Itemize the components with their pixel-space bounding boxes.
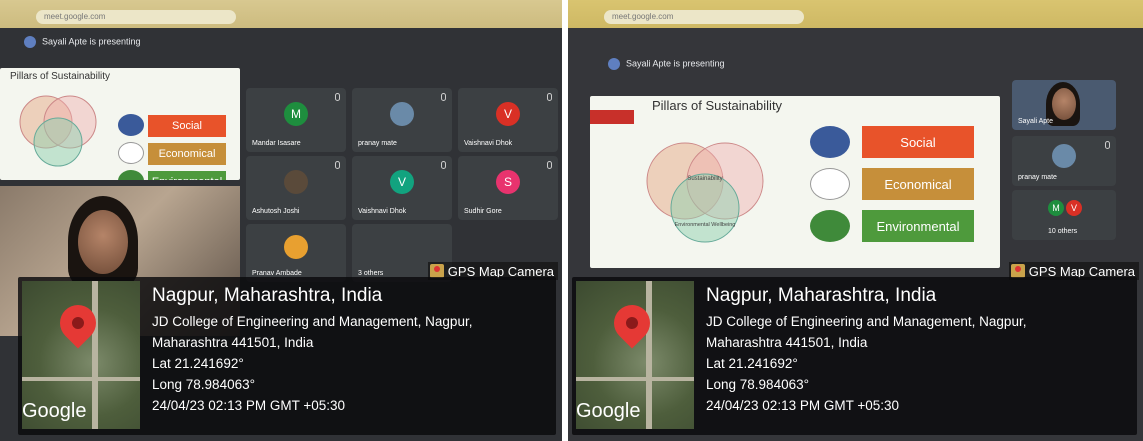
participant-tile[interactable]: V Vaishnavi Dhok	[352, 156, 452, 220]
participant-name: Ashutosh Joshi	[252, 208, 300, 215]
pillar-economical: Economical	[862, 168, 974, 200]
google-logo: Google	[22, 400, 87, 422]
map-road	[22, 377, 140, 381]
social-icon	[810, 126, 850, 158]
participant-name: Sayali Apte	[1018, 118, 1054, 125]
pillar-economical: Economical	[148, 143, 226, 165]
slide-title: Pillars of Sustainability	[10, 71, 111, 82]
mic-off-icon	[441, 93, 446, 101]
gps-details: Nagpur, Maharashtra, India JD College of…	[706, 285, 1026, 416]
shared-slide: Pillars of Sustainability Sustainability…	[590, 96, 1000, 268]
mic-off-icon	[441, 161, 446, 169]
participant-name: Vaishnavi Dhok	[464, 140, 513, 147]
address-bar[interactable]: meet.google.com	[36, 10, 236, 24]
google-logo: Google	[576, 400, 641, 422]
participant-name: pranay mate	[358, 140, 397, 147]
presenter-avatar	[24, 36, 36, 48]
map-thumbnail: Google	[576, 281, 694, 429]
participant-avatar: S	[496, 169, 520, 194]
social-icon	[118, 114, 144, 136]
address-bar[interactable]: meet.google.com	[604, 10, 804, 24]
others-count: 3 others	[358, 270, 384, 277]
presenter-face	[78, 210, 128, 274]
participant-tile[interactable]: pranay mate	[352, 88, 452, 152]
participant-tile[interactable]: pranay mate	[1012, 136, 1116, 186]
pillar-social: Social	[862, 126, 974, 158]
gps-address-1: JD College of Engineering and Management…	[706, 314, 1027, 329]
gps-address-1: JD College of Engineering and Management…	[152, 314, 473, 329]
participant-name: Vaishnavi Dhok	[358, 208, 407, 215]
participant-tile[interactable]: M Mandar Isasare	[246, 88, 346, 152]
participant-tile[interactable]: Pranav Ambade	[246, 224, 346, 282]
map-thumbnail: Google	[22, 281, 140, 429]
participant-avatar: M	[284, 101, 308, 126]
presenting-text: Sayali Apte is presenting	[42, 36, 141, 47]
gps-place: Nagpur, Maharashtra, India	[152, 285, 383, 306]
slide-title: Pillars of Sustainability	[652, 98, 783, 113]
gps-long: Long 78.984063°	[152, 377, 255, 392]
venn-diagram: Sustainability Environmental Wellbeing	[646, 142, 764, 243]
others-count: 10 others	[1048, 228, 1078, 235]
gps-stamp: Google Nagpur, Maharashtra, India JD Col…	[572, 277, 1137, 435]
gps-camera-icon	[429, 264, 444, 278]
participant-avatar: V	[496, 101, 520, 126]
slide-ribbon	[590, 110, 634, 124]
environment-icon	[810, 210, 850, 242]
participant-avatar: V	[390, 169, 414, 194]
map-road	[576, 377, 694, 381]
atal-market-logo	[118, 142, 144, 164]
participant-avatar	[284, 169, 308, 194]
participant-name: Mandar Isasare	[252, 140, 301, 147]
participant-name: Pranav Ambade	[252, 270, 302, 277]
atal-market-logo	[810, 168, 850, 200]
others-tile[interactable]: M V 10 others	[1012, 190, 1116, 240]
pillar-social: Social	[148, 115, 226, 137]
participant-avatar	[390, 101, 414, 126]
participant-name: pranay mate	[1018, 174, 1057, 181]
participant-tile[interactable]: S Sudhir Gore	[458, 156, 558, 220]
participant-name: Sudhir Gore	[464, 208, 502, 215]
gps-address-2: Maharashtra 441501, India	[152, 335, 314, 350]
gps-details: Nagpur, Maharashtra, India JD College of…	[152, 285, 472, 416]
presenter-face	[1052, 88, 1076, 120]
gps-lat: Lat 21.241692°	[706, 356, 798, 371]
mic-off-icon	[335, 161, 340, 169]
others-avatar-v: V	[1066, 200, 1082, 216]
participant-avatar	[284, 235, 308, 260]
gps-address-2: Maharashtra 441501, India	[706, 335, 868, 350]
participant-tile[interactable]: V Vaishnavi Dhok	[458, 88, 558, 152]
environment-icon	[118, 170, 144, 180]
photo-right: meet.google.com Sayali Apte is presentin…	[568, 0, 1143, 441]
mic-off-icon	[547, 161, 552, 169]
map-road	[646, 281, 652, 429]
pillar-environmental: Environmental	[862, 210, 974, 242]
mic-off-icon	[547, 93, 552, 101]
presenter-tile[interactable]: Sayali Apte	[1012, 80, 1116, 130]
mic-off-icon	[1105, 141, 1110, 149]
venn-center-label: Sustainability	[687, 176, 722, 182]
participant-tile[interactable]: Ashutosh Joshi	[246, 156, 346, 220]
gps-stamp: Google Nagpur, Maharashtra, India JD Col…	[18, 277, 556, 435]
participant-avatar	[1052, 144, 1076, 168]
presenter-avatar	[608, 58, 620, 70]
gps-datetime: 24/04/23 02:13 PM GMT +05:30	[152, 398, 346, 413]
mic-off-icon	[335, 93, 340, 101]
gps-long: Long 78.984063°	[706, 377, 809, 392]
gps-camera-icon	[1010, 264, 1025, 278]
others-avatar-m: M	[1048, 200, 1064, 216]
pillar-environmental: Environmental	[148, 171, 226, 180]
presenting-text: Sayali Apte is presenting	[626, 58, 725, 69]
map-road	[92, 281, 98, 429]
presenting-label: Sayali Apte is presenting	[24, 36, 141, 48]
photo-left: meet.google.com Sayali Apte is presentin…	[0, 0, 562, 441]
venn-diagram	[19, 95, 97, 167]
presenting-label: Sayali Apte is presenting	[608, 58, 725, 70]
shared-slide: Pillars of Sustainability Social Economi…	[0, 68, 240, 180]
gps-datetime: 24/04/23 02:13 PM GMT +05:30	[706, 398, 900, 413]
gps-lat: Lat 21.241692°	[152, 356, 244, 371]
venn-bottom-label: Environmental Wellbeing	[675, 222, 736, 228]
gps-place: Nagpur, Maharashtra, India	[706, 285, 937, 306]
